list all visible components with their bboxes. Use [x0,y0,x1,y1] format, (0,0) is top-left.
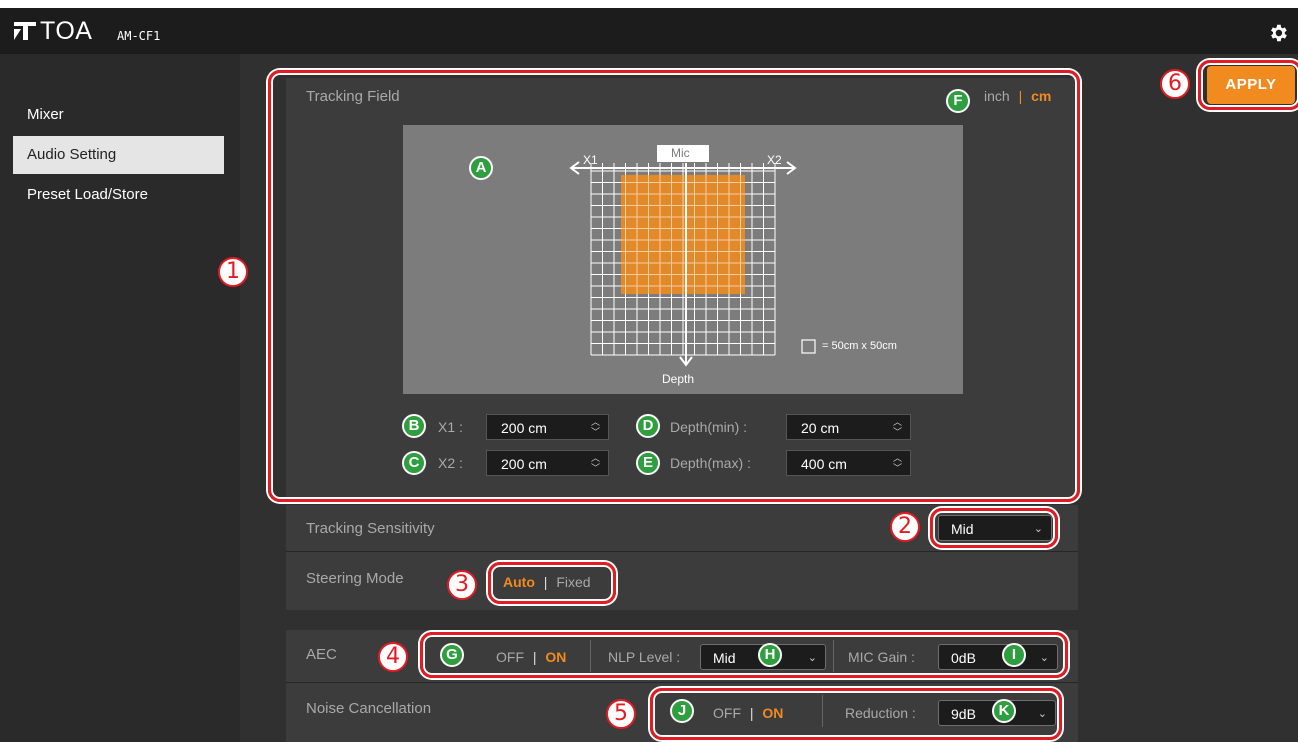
sidebar-item-audio-setting[interactable]: Audio Setting [13,136,224,174]
sidebar-item-preset-load-store[interactable]: Preset Load/Store [13,176,224,214]
annotation-box-steering [488,562,616,604]
callout-5: 5 [606,699,636,729]
callout-1: 1 [218,257,248,287]
top-bar: TOA AM-CF1 [0,8,1298,54]
callout-6: 6 [1160,69,1190,99]
steering-mode-label: Steering Mode [306,570,404,587]
annotation-box-tracking-field [268,70,1080,502]
noise-cancellation-label: Noise Cancellation [306,700,432,717]
badge-i: I [1002,643,1026,667]
annotation-box-apply [1198,60,1298,110]
badge-e: E [636,451,660,475]
tracking-sensitivity-label: Tracking Sensitivity [306,520,435,537]
badge-d: D [636,414,660,438]
badge-b: B [402,414,426,438]
badge-a: A [469,156,493,180]
toa-logo-icon [14,22,36,40]
callout-4: 4 [378,642,408,672]
model-name: AM-CF1 [117,29,161,43]
gear-icon[interactable] [1267,22,1289,44]
annotation-box-aec [420,632,1068,678]
badge-c: C [402,451,426,475]
sidebar-item-mixer[interactable]: Mixer [13,96,224,134]
badge-f: F [946,89,970,113]
brand-name: TOA [40,17,93,45]
badge-g: G [440,643,464,667]
badge-k: K [992,699,1016,723]
callout-3: 3 [447,570,477,600]
steering-mode-row [286,552,1078,610]
aec-label: AEC [306,646,337,663]
sidebar: Mixer Audio Setting Preset Load/Store [0,54,240,742]
badge-j: J [670,699,694,723]
badge-h: H [758,643,782,667]
callout-2: 2 [890,512,920,542]
annotation-box-sensitivity [930,508,1058,548]
